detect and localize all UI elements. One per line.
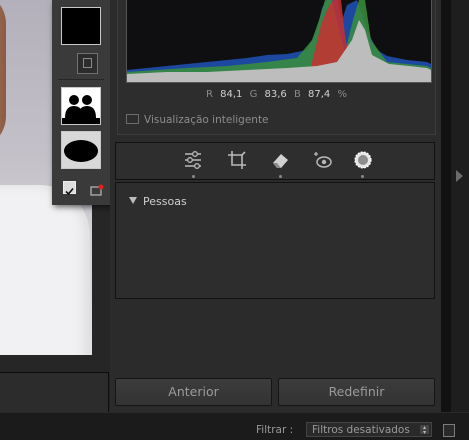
tool-indicator-dot xyxy=(279,175,282,178)
ellipse-mask-icon xyxy=(62,132,100,168)
percent-unit: % xyxy=(337,89,347,100)
right-panel: R 84,1 G 83,6 B 87,4 % Visualização inte… xyxy=(110,0,441,412)
eraser-icon[interactable] xyxy=(269,149,291,171)
collapse-panel-arrow-icon[interactable] xyxy=(456,170,463,182)
green-label: G xyxy=(249,89,258,100)
filter-select-value: Filtros desativados xyxy=(312,424,410,436)
filter-lock-toggle[interactable] xyxy=(443,424,455,437)
masks-panel: Pessoas xyxy=(115,182,435,299)
red-label: R xyxy=(205,89,213,100)
edit-sliders-icon[interactable] xyxy=(182,149,204,171)
checkmark-icon xyxy=(65,187,74,196)
rgb-readout: R 84,1 G 83,6 B 87,4 % xyxy=(118,89,435,100)
mask-group-people[interactable]: Pessoas xyxy=(129,195,187,208)
red-value: 84,1 xyxy=(220,89,243,100)
green-value: 83,6 xyxy=(264,89,287,100)
right-panel-edge xyxy=(451,0,469,439)
people-silhouette-icon xyxy=(62,88,100,124)
smart-preview-label: Visualização inteligente xyxy=(144,114,269,126)
select-arrows-icon: ▴ ▾ xyxy=(420,425,429,436)
add-mask-icon[interactable] xyxy=(77,53,98,74)
panel-scrollbar[interactable] xyxy=(441,0,451,412)
mask-divider xyxy=(58,79,104,80)
histogram-panel: R 84,1 G 83,6 B 87,4 % Visualização inte… xyxy=(117,0,436,135)
mask-thumbnail-ellipse[interactable] xyxy=(61,131,101,169)
histogram-chart[interactable] xyxy=(126,0,432,83)
mask-thumbnail-people[interactable] xyxy=(61,87,101,125)
crop-icon[interactable] xyxy=(226,149,248,171)
tool-indicator-dot xyxy=(361,175,364,178)
reset-button[interactable]: Redefinir xyxy=(278,378,435,406)
smart-preview-icon xyxy=(126,114,139,124)
red-eye-icon[interactable] xyxy=(312,149,334,171)
show-overlay-checkbox[interactable] xyxy=(63,181,76,196)
filter-select[interactable]: Filtros desativados ▴ ▾ xyxy=(306,422,432,437)
blue-label: B xyxy=(293,89,301,100)
smart-preview-status[interactable]: Visualização inteligente xyxy=(126,114,269,126)
disclosure-triangle-icon[interactable] xyxy=(129,197,137,204)
filmstrip-strip xyxy=(0,372,109,413)
previous-button[interactable]: Anterior xyxy=(115,378,272,406)
tool-indicator-dot xyxy=(192,175,195,178)
mask-toolbox xyxy=(52,0,111,205)
masking-icon[interactable] xyxy=(352,149,374,171)
tool-strip xyxy=(115,142,435,180)
mask-group-label: Pessoas xyxy=(143,195,187,208)
overlay-color-icon[interactable] xyxy=(90,181,104,196)
mask-thumbnail-1[interactable] xyxy=(61,7,101,45)
blue-value: 87,4 xyxy=(308,89,331,100)
filter-label: Filtrar : xyxy=(256,424,294,436)
